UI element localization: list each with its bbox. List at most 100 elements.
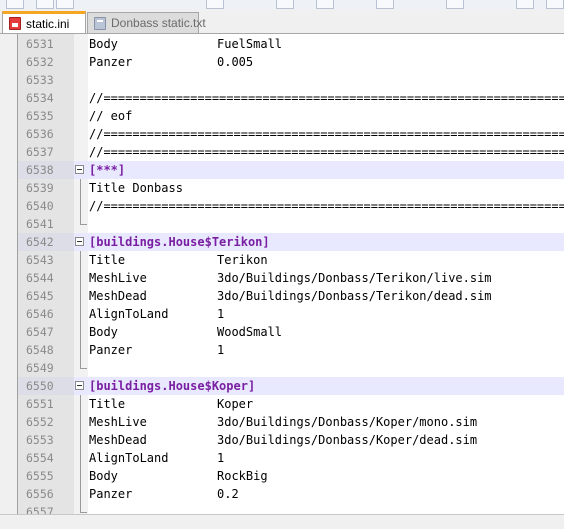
- code-line[interactable]: 6537 //==================================…: [18, 143, 564, 161]
- fold-toggle-icon[interactable]: [74, 377, 88, 395]
- toolbar-button[interactable]: [206, 0, 224, 9]
- ini-key: Title: [89, 397, 126, 411]
- line-number: 6538: [18, 161, 74, 179]
- line-text: // eof: [89, 109, 133, 123]
- code-line[interactable]: 6552 MeshLive 3do/Buildings/Donbass/Koper/…: [18, 413, 564, 431]
- section-name: [buildings.House$Koper]: [89, 379, 256, 393]
- line-number: 6540: [26, 199, 54, 213]
- ini-value: FuelSmall: [217, 37, 283, 51]
- line-number: 6548: [26, 343, 54, 357]
- fold-guide: [74, 323, 88, 341]
- saved-file-icon: [94, 16, 106, 30]
- line-number: 6532: [26, 55, 54, 69]
- ini-key: MeshDead: [89, 289, 147, 303]
- ini-key: MeshDead: [89, 433, 147, 447]
- ini-value: Koper: [217, 397, 254, 411]
- toolbar-button[interactable]: [6, 0, 24, 9]
- code-line[interactable]: 6534 //==================================…: [18, 89, 564, 107]
- ini-key: Panzer: [89, 343, 133, 357]
- ini-value: 1: [217, 451, 225, 465]
- code-line[interactable]: 6555 Body RockBig: [18, 467, 564, 485]
- code-line[interactable]: 6553 MeshDead 3do/Buildings/Donbass/Koper/…: [18, 431, 564, 449]
- line-text: Title Donbass: [89, 181, 183, 195]
- fold-toggle-icon[interactable]: [74, 233, 88, 251]
- fold-guide: [74, 413, 88, 431]
- code-line[interactable]: 6532 Panzer 0.005: [18, 53, 564, 71]
- code-line[interactable]: 6548 Panzer 1: [18, 341, 564, 359]
- code-line[interactable]: 6549: [18, 359, 564, 377]
- ini-value: Terikon: [217, 253, 268, 267]
- line-number: 6543: [26, 253, 54, 267]
- modified-file-icon: [9, 17, 21, 30]
- line-number: 6533: [26, 73, 54, 87]
- fold-guide: [74, 215, 88, 233]
- code-line[interactable]: 6536 //==================================…: [18, 125, 564, 143]
- fold-guide: [74, 287, 88, 305]
- line-number: 6552: [26, 415, 54, 429]
- key-value-text: Panzer 1: [89, 341, 224, 359]
- code-line[interactable]: 6543 Title Terikon: [18, 251, 564, 269]
- code-line[interactable]: 6546 AlignToLand 1: [18, 305, 564, 323]
- toolbar-button[interactable]: [446, 0, 464, 9]
- line-number: 6541: [26, 217, 54, 231]
- line-number: 6557: [26, 505, 54, 514]
- code-line[interactable]: 6541: [18, 215, 564, 233]
- ini-key: Body: [89, 469, 118, 483]
- line-number: 6545: [26, 289, 54, 303]
- line-number: 6555: [26, 469, 54, 483]
- ini-key: MeshLive: [89, 415, 147, 429]
- fold-guide: [74, 305, 88, 323]
- code-line[interactable]: 6545 MeshDead 3do/Buildings/Donbass/Teriko…: [18, 287, 564, 305]
- ini-value: 0.005: [217, 55, 254, 69]
- code-line[interactable]: 6531 Body FuelSmall: [18, 35, 564, 53]
- key-value-text: MeshLive 3do/Buildings/Donbass/Koper/mono…: [89, 413, 477, 431]
- ini-value: 1: [217, 307, 225, 321]
- key-value-text: Title Koper: [89, 395, 253, 413]
- code-line[interactable]: 6547 Body WoodSmall: [18, 323, 564, 341]
- code-line[interactable]: 6554 AlignToLand 1: [18, 449, 564, 467]
- section-header-line[interactable]: 6542 [buildings.House$Terikon]: [18, 233, 564, 251]
- code-line[interactable]: 6533: [18, 71, 564, 89]
- ini-value: 3do/Buildings/Donbass/Koper/mono.sim: [217, 415, 478, 429]
- tab-static-ini[interactable]: static.ini: [2, 11, 86, 33]
- line-number: 6556: [26, 487, 54, 501]
- ini-value: 0.2: [217, 487, 239, 501]
- code-line[interactable]: 6540 //==================================…: [18, 197, 564, 215]
- fold-toggle-icon[interactable]: [74, 161, 88, 179]
- toolbar-button[interactable]: [36, 0, 54, 9]
- code-line[interactable]: 6556 Panzer 0.2: [18, 485, 564, 503]
- fold-guide: [74, 197, 88, 215]
- key-value-text: MeshLive 3do/Buildings/Donbass/Terikon/li…: [89, 269, 492, 287]
- code-line[interactable]: 6551 Title Koper: [18, 395, 564, 413]
- fold-guide: [74, 431, 88, 449]
- code-line[interactable]: 6557: [18, 503, 564, 514]
- status-strip: [0, 514, 564, 529]
- fold-guide: [74, 179, 88, 197]
- line-number: 6542: [18, 233, 74, 251]
- code-line[interactable]: 6544 MeshLive 3do/Buildings/Donbass/Teriko…: [18, 269, 564, 287]
- line-text: //======================================…: [89, 145, 564, 159]
- ini-value: 3do/Buildings/Donbass/Koper/dead.sim: [217, 433, 478, 447]
- fold-guide: [74, 395, 88, 413]
- toolbar-button[interactable]: [276, 0, 294, 9]
- code-editor[interactable]: 6531 Body FuelSmall 6532 Panzer 0.005 6533 6534…: [17, 34, 564, 514]
- fold-guide: [74, 251, 88, 269]
- section-header-line[interactable]: 6550 [buildings.House$Koper]: [18, 377, 564, 395]
- ini-value: 3do/Buildings/Donbass/Terikon/live.sim: [217, 271, 492, 285]
- toolbar-button[interactable]: [316, 0, 334, 9]
- code-line[interactable]: 6539 Title Donbass: [18, 179, 564, 197]
- tab-donbass-static-txt[interactable]: Donbass static.txt: [87, 12, 206, 33]
- toolbar-button[interactable]: [376, 0, 394, 9]
- ini-key: MeshLive: [89, 271, 147, 285]
- toolbar-button[interactable]: [56, 0, 74, 9]
- line-number: 6537: [26, 145, 54, 159]
- section-header-line[interactable]: 6538 [***]: [18, 161, 564, 179]
- key-value-text: MeshDead 3do/Buildings/Donbass/Koper/dead…: [89, 431, 477, 449]
- toolbar-button[interactable]: [546, 0, 564, 9]
- fold-guide: [74, 503, 88, 514]
- key-value-text: Body WoodSmall: [89, 323, 282, 341]
- toolbar-button[interactable]: [516, 0, 534, 9]
- line-number: 6534: [26, 91, 54, 105]
- ini-key: Body: [89, 325, 118, 339]
- code-line[interactable]: 6535 // eof: [18, 107, 564, 125]
